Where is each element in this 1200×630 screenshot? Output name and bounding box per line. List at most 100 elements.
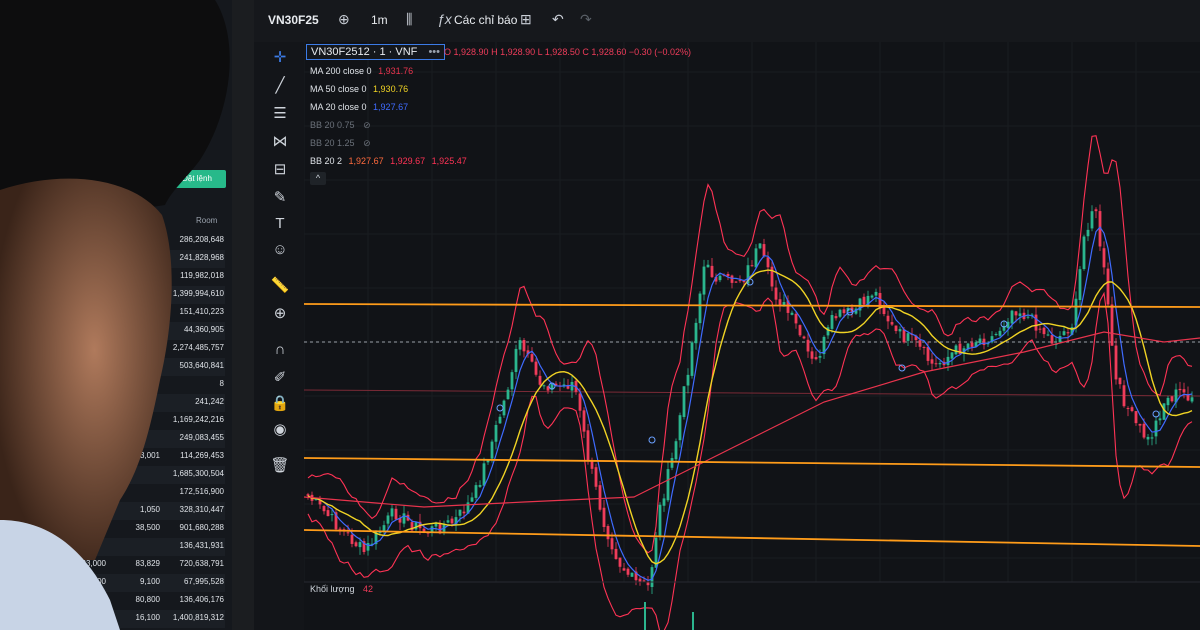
candle-body xyxy=(614,548,618,560)
orderbook-row: 249,083,455 xyxy=(60,430,225,448)
legend-bb125[interactable]: BB 20 1.25 ⊘ xyxy=(310,138,371,149)
orderbook-cell: 16,100 xyxy=(135,613,160,622)
ma50-label: MA 50 close 0 xyxy=(310,84,367,94)
legend-ma50[interactable]: MA 50 close 0 1,930.76 xyxy=(310,84,408,94)
candle-body xyxy=(922,347,926,349)
orderbook-row: 6,400 9,100 67,995,528 xyxy=(60,574,225,592)
indicators-button[interactable]: Các chỉ báo xyxy=(454,13,517,27)
chart-canvas[interactable] xyxy=(304,42,1200,630)
candle-body xyxy=(1086,229,1090,237)
candle-body xyxy=(698,293,702,324)
orderbook-cell: 44,360,905 xyxy=(183,325,224,334)
eye-icon[interactable]: ◉ xyxy=(270,420,290,440)
candle-style-icon[interactable]: ⫼ xyxy=(406,11,412,28)
candle-body xyxy=(1150,437,1154,439)
orderbook-cell: 67,995,528 xyxy=(183,577,224,586)
ma200-label: MA 200 close 0 xyxy=(310,66,372,76)
volume-bar xyxy=(644,602,646,630)
candle-body xyxy=(946,356,950,366)
grid-layout-icon[interactable]: ⊞ xyxy=(520,11,532,28)
candle-body xyxy=(598,485,602,510)
candle-body xyxy=(642,580,646,582)
legend-ma200[interactable]: MA 200 close 0 1,931.76 xyxy=(310,66,413,76)
fib-lines-icon[interactable]: ☰ xyxy=(270,104,290,124)
orderbook-cell: 80,457 xyxy=(81,487,106,496)
brush-icon[interactable]: ✎ xyxy=(270,188,290,208)
interval-selector[interactable]: 1m xyxy=(371,13,388,27)
candle-body xyxy=(622,568,626,571)
symbol-legend[interactable]: VN30F2512 · 1 · VNF ••• xyxy=(306,44,445,60)
candle-body xyxy=(710,265,714,278)
candle-body xyxy=(1062,331,1066,336)
trash-icon[interactable]: 🗑 xyxy=(270,456,290,476)
open-value: O 1,928.90 xyxy=(444,47,489,57)
price-tick xyxy=(196,122,198,131)
undo-icon[interactable]: ↶ xyxy=(552,11,564,28)
legend-bb2[interactable]: BB 20 2 1,927.67 1,929.67 1,925.47 xyxy=(310,156,467,166)
candle-body xyxy=(770,266,774,287)
crosshair-icon[interactable]: ✛ xyxy=(270,48,290,68)
redo-icon[interactable]: ↷ xyxy=(580,11,592,28)
symbol-search[interactable]: VN30F25 xyxy=(268,13,319,27)
orderbook-cell: 119,982,018 xyxy=(180,271,224,280)
trading-chart-window: VN30F25 ⊕ 1m ⫼ ƒx Các chỉ báo ⊞ ↶ ↷ ✛ ╱ … xyxy=(254,0,1200,630)
candle-body xyxy=(766,257,770,268)
candle-body xyxy=(482,463,486,486)
candle-body xyxy=(594,467,598,487)
candle-body xyxy=(978,338,982,344)
candle-body xyxy=(794,313,798,324)
candle-body xyxy=(758,243,762,249)
orderbook-cell: 720,638,791 xyxy=(179,559,225,568)
candle-body xyxy=(798,325,802,336)
lock-icon[interactable]: 🔒 xyxy=(270,394,290,414)
pattern-icon[interactable]: ⋈ xyxy=(270,132,290,152)
candle-body xyxy=(802,336,806,339)
candle-body xyxy=(718,275,722,281)
candle-body xyxy=(538,375,542,385)
candle-body xyxy=(494,424,498,442)
legend-bb075[interactable]: BB 20 0.75 ⊘ xyxy=(310,120,371,131)
candle-body xyxy=(862,296,866,305)
candle-body xyxy=(1046,334,1050,336)
chart-toolbar: VN30F25 ⊕ 1m ⫼ ƒx Các chỉ báo ⊞ ↶ ↷ xyxy=(254,0,1200,43)
candle-body xyxy=(886,315,890,322)
candle-body xyxy=(894,325,898,332)
fx-icon[interactable]: ƒx xyxy=(437,11,452,27)
text-icon[interactable]: T xyxy=(270,214,290,234)
emoji-icon[interactable]: ☺ xyxy=(270,240,290,260)
hidden-eye-icon[interactable]: ⊘ xyxy=(363,120,371,130)
orderbook-cell: 1,400,819,312 xyxy=(172,613,224,622)
candle-body xyxy=(414,522,418,530)
candle-body xyxy=(1014,311,1018,316)
add-circle-icon[interactable]: ⊕ xyxy=(338,11,350,28)
volume-legend[interactable]: Khối lượng 42 xyxy=(310,584,373,594)
candle-body xyxy=(818,356,822,358)
orderbook-row: 3,001 114,269,453 xyxy=(60,448,225,466)
candle-body xyxy=(790,312,794,315)
price-chart[interactable]: VN30F2512 · 1 · VNF ••• O 1,928.90 H 1,9… xyxy=(304,42,1200,630)
candle-body xyxy=(1142,423,1146,438)
collapse-legend-button[interactable]: ^ xyxy=(310,172,326,185)
hidden-eye-icon[interactable]: ⊘ xyxy=(363,138,371,148)
candle-body xyxy=(926,347,930,361)
candle-body xyxy=(998,330,1002,336)
candle-body xyxy=(606,526,610,540)
magnet-icon[interactable]: ∩ xyxy=(270,340,290,360)
orderbook-cell: 503,640,841 xyxy=(179,361,225,370)
place-order-button[interactable]: Đặt lệnh xyxy=(168,170,226,188)
candle-body xyxy=(542,385,546,387)
ruler-icon[interactable]: 📏 xyxy=(270,276,290,296)
zoom-in-icon[interactable]: ⊕ xyxy=(270,304,290,324)
candle-body xyxy=(658,504,662,537)
legend-ma20[interactable]: MA 20 close 0 1,927.67 xyxy=(310,102,408,112)
more-options-icon[interactable]: ••• xyxy=(428,46,440,58)
orderbook-row: 8 xyxy=(60,376,225,394)
candle-body xyxy=(1126,408,1130,410)
candle-body xyxy=(774,287,778,300)
candle-body xyxy=(1078,269,1082,301)
trendline-icon[interactable]: ╱ xyxy=(270,76,290,96)
lock-drawing-icon[interactable]: ✐ xyxy=(270,368,290,388)
prediction-icon[interactable]: ⊟ xyxy=(270,160,290,180)
volume-label: Khối lượng xyxy=(310,584,355,594)
monitor-bezel xyxy=(232,0,254,630)
